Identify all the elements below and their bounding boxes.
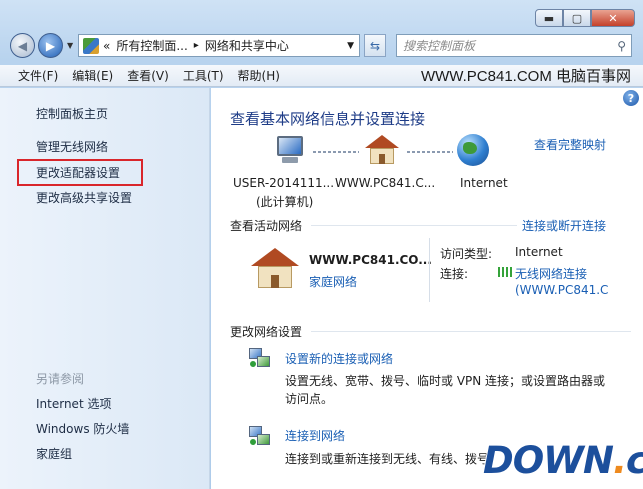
sidebar-control-panel-home[interactable]: 控制面板主页 (36, 105, 108, 122)
map-connector (313, 151, 359, 153)
access-type-value: Internet (515, 245, 563, 259)
connect-network-icon (249, 426, 271, 446)
vertical-divider (429, 238, 430, 302)
main-content: ? 查看基本网络信息并设置连接 USER-2014111... (此计算机) W… (211, 88, 643, 489)
see-also-heading: 另请参阅 (36, 372, 85, 386)
watermark-text-cc: cc (625, 438, 643, 483)
page-title: 查看基本网络信息并设置连接 (230, 110, 426, 128)
active-network-name: WWW.PC841.CO... (309, 253, 432, 267)
refresh-icon: ⇆ (369, 38, 381, 53)
maximize-button[interactable]: ▢ (563, 9, 591, 27)
control-panel-icon (83, 37, 99, 54)
menu-tools[interactable]: 工具(T) (183, 67, 224, 84)
map-connector (407, 151, 453, 153)
wireless-signal-icon (498, 265, 516, 279)
search-input[interactable]: 搜索控制面板 ⚲ (396, 34, 632, 57)
breadcrumb-separator[interactable]: ▸ (194, 40, 199, 51)
site-brand-text: WWW.PC841.COM 电脑百事网 (420, 68, 631, 85)
menu-file[interactable]: 文件(F) (18, 67, 58, 84)
network-type-link[interactable]: 家庭网络 (309, 273, 357, 290)
setup-new-connection-desc: 设置无线、宽带、拨号、临时或 VPN 连接；或设置路由器或访问点。 (285, 374, 606, 406)
view-full-map-link[interactable]: 查看完整映射 (534, 136, 606, 153)
breadcrumb-prefix[interactable]: « (103, 39, 110, 53)
active-networks-heading: 查看活动网络 (230, 219, 303, 233)
sidebar-item-change-adapter[interactable]: 更改适配器设置 (36, 164, 120, 181)
computer-name-label: USER-2014111... (233, 176, 335, 190)
window-controls: ▬ ▢ ✕ (535, 9, 635, 27)
sidebar-item-manage-wireless[interactable]: 管理无线网络 (36, 138, 108, 155)
setup-new-connection-link[interactable]: 设置新的连接或网络 (285, 350, 393, 367)
search-icon[interactable]: ⚲ (617, 39, 626, 53)
wireless-connection-link[interactable]: 无线网络连接 (515, 265, 587, 282)
access-type-label: 访问类型: (440, 247, 493, 261)
see-also-homegroup[interactable]: 家庭组 (36, 445, 72, 462)
sidebar-item-advanced-sharing[interactable]: 更改高级共享设置 (36, 189, 132, 206)
arrow-right-icon: ▶ (45, 38, 56, 53)
site-watermark-logo: DOWN.cc (482, 438, 643, 487)
sidebar: 控制面板主页 管理无线网络 更改适配器设置 更改高级共享设置 另请参阅 Inte… (0, 88, 210, 489)
change-settings-heading: 更改网络设置 (230, 325, 303, 339)
computer-icon[interactable] (274, 136, 308, 166)
divider (311, 225, 517, 226)
help-icon[interactable]: ? (623, 90, 639, 106)
breadcrumb-item-control-panel[interactable]: 所有控制面... (116, 37, 187, 54)
recent-pages-dropdown[interactable]: ▼ (67, 41, 73, 50)
map-network-name-label: WWW.PC841.C... (335, 176, 436, 190)
back-button[interactable]: ◀ (10, 33, 35, 58)
menu-view[interactable]: 查看(V) (127, 67, 169, 84)
menu-bar: 文件(F) 编辑(E) 查看(V) 工具(T) 帮助(H) WWW.PC841.… (0, 65, 643, 87)
close-button[interactable]: ✕ (591, 9, 635, 27)
minimize-button[interactable]: ▬ (535, 9, 563, 27)
refresh-button[interactable]: ⇆ (364, 34, 386, 57)
menu-edit[interactable]: 编辑(E) (72, 67, 113, 84)
see-also-windows-firewall[interactable]: Windows 防火墙 (36, 420, 129, 437)
connection-label: 连接: (440, 267, 469, 281)
watermark-dot: . (612, 438, 628, 483)
connect-disconnect-link[interactable]: 连接或断开连接 (522, 217, 606, 234)
computer-sub-label: (此计算机) (256, 195, 314, 209)
forward-button[interactable]: ▶ (38, 33, 63, 58)
watermark-text-down: DOWN (482, 438, 615, 483)
map-internet-label: Internet (460, 176, 508, 190)
wireless-connection-ssid[interactable]: (WWW.PC841.C (515, 283, 608, 297)
arrow-left-icon: ◀ (17, 38, 28, 53)
internet-globe-icon[interactable] (457, 134, 489, 166)
navigation-bar: ◀ ▶ ▼ « 所有控制面... ▸ 网络和共享中心 ▼ ⇆ 搜索控制面板 ⚲ (8, 32, 636, 60)
see-also-internet-options[interactable]: Internet 选项 (36, 395, 111, 412)
divider (311, 331, 631, 332)
control-panel-window: ▬ ▢ ✕ ◀ ▶ ▼ « 所有控制面... ▸ 网络和共享中心 ▼ ⇆ 搜索控… (0, 0, 643, 489)
breadcrumb-item-network-center[interactable]: 网络和共享中心 (205, 37, 289, 54)
address-bar[interactable]: « 所有控制面... ▸ 网络和共享中心 ▼ (78, 34, 360, 57)
menu-help[interactable]: 帮助(H) (238, 67, 280, 84)
address-dropdown-icon[interactable]: ▼ (347, 41, 354, 51)
search-placeholder: 搜索控制面板 (403, 39, 476, 53)
connect-to-network-link[interactable]: 连接到网络 (285, 427, 345, 444)
connect-to-network-desc: 连接到或重新连接到无线、有线、拨号 (285, 452, 490, 466)
new-connection-icon (249, 348, 271, 368)
